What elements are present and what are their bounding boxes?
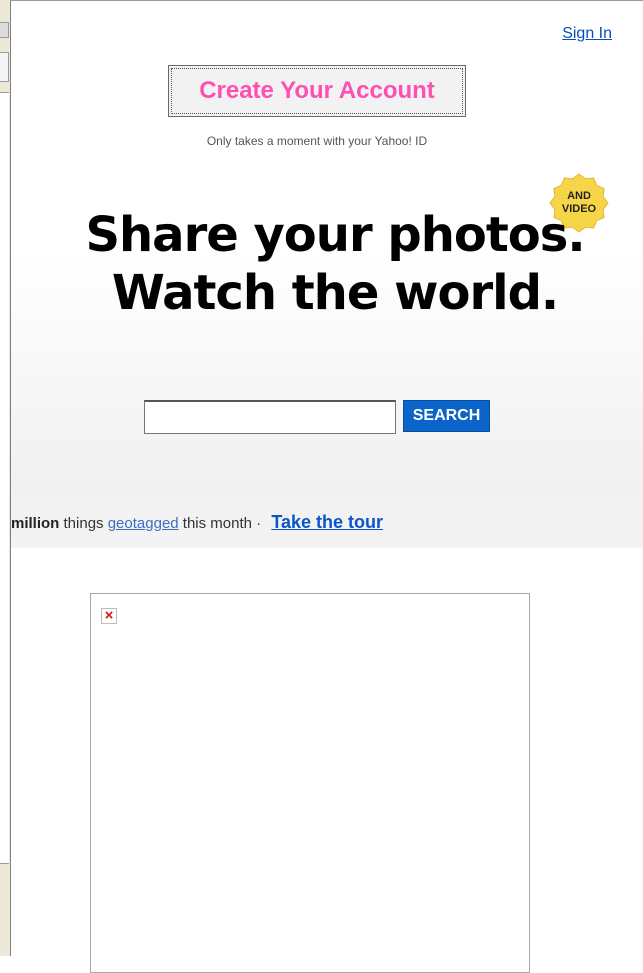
signup-tagline: Only takes a moment with your Yahoo! ID	[206, 134, 428, 148]
take-the-tour-link[interactable]: Take the tour	[271, 512, 383, 532]
side-panel	[0, 92, 9, 864]
stats-line: million things geotagged this month · Ta…	[11, 512, 383, 533]
geotagged-link[interactable]: geotagged	[108, 515, 179, 532]
stats-suffix: this month ·	[182, 515, 262, 532]
stats-count: million	[11, 515, 60, 532]
search-button[interactable]: SEARCH	[403, 400, 490, 432]
side-panel-button[interactable]	[0, 52, 9, 82]
create-account-button[interactable]: Create Your Account	[168, 65, 466, 117]
search-input[interactable]	[144, 400, 396, 434]
scroll-button[interactable]	[0, 22, 9, 38]
left-window-edge	[0, 0, 11, 956]
stats-things: things	[63, 515, 104, 532]
broken-image-icon: ×	[101, 608, 117, 624]
broken-image-frame: ×	[90, 593, 530, 973]
headline-line-1: Share your photos.	[85, 207, 585, 263]
headline-line-2: Watch the world.	[111, 265, 559, 321]
hero-headline: Share your photos. Watch the world.	[40, 206, 630, 322]
badge-line-1: AND	[567, 190, 591, 202]
sign-in-link[interactable]: Sign In	[562, 25, 612, 43]
